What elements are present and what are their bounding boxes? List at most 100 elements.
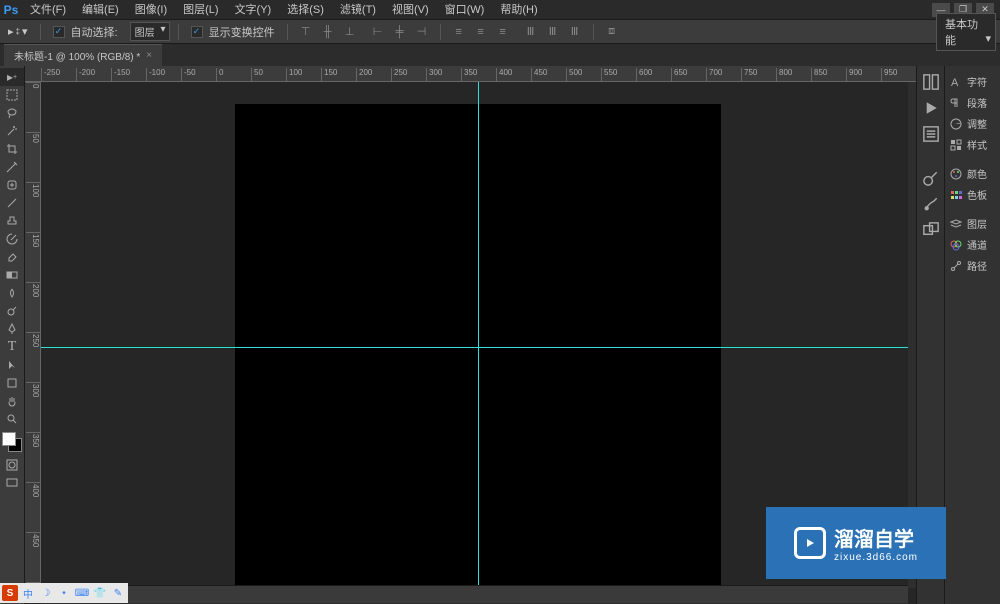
separator bbox=[287, 24, 288, 40]
menu-help[interactable]: 帮助(H) bbox=[492, 0, 545, 20]
ruler-tick: 200 bbox=[356, 68, 372, 82]
taskbar-sogou-icon[interactable]: S bbox=[2, 585, 18, 601]
distribute-hcenter-icon[interactable]: Ⅲ bbox=[543, 23, 563, 41]
ruler-tick: 400 bbox=[26, 482, 40, 497]
ruler-horizontal[interactable]: -250-200-150-100-50050100150200250300350… bbox=[25, 66, 916, 82]
taskbar-person-icon[interactable]: • bbox=[56, 585, 72, 601]
align-vcenter-icon[interactable]: ╫ bbox=[318, 23, 338, 41]
auto-select-option[interactable]: ✓ 自动选择: bbox=[49, 24, 122, 40]
ruler-tick: -100 bbox=[146, 68, 165, 82]
watermark-title: 溜溜自学 bbox=[834, 523, 918, 552]
ruler-tick: -50 bbox=[181, 68, 196, 82]
distribute-top-icon[interactable]: ≡ bbox=[449, 23, 469, 41]
panel-paths[interactable]: 路径 bbox=[945, 256, 1000, 275]
blur-tool[interactable] bbox=[0, 284, 24, 302]
menu-layer[interactable]: 图层(L) bbox=[175, 0, 226, 20]
clone-panel-icon[interactable] bbox=[921, 220, 941, 240]
taskbar-tool-icon[interactable]: ✎ bbox=[110, 585, 126, 601]
properties-panel-icon[interactable] bbox=[921, 124, 941, 144]
distribute-vcenter-icon[interactable]: ≡ bbox=[471, 23, 491, 41]
taskbar-keyboard-icon[interactable]: ⌨ bbox=[74, 585, 90, 601]
eraser-tool[interactable] bbox=[0, 248, 24, 266]
brushpreset-panel-icon[interactable] bbox=[921, 194, 941, 214]
hand-tool[interactable] bbox=[0, 392, 24, 410]
workspace-switcher[interactable]: 基本功能 bbox=[936, 13, 996, 51]
menu-filter[interactable]: 滤镜(T) bbox=[332, 0, 384, 20]
tab-close-icon[interactable]: × bbox=[146, 50, 152, 61]
crop-tool[interactable] bbox=[0, 140, 24, 158]
current-tool-icon[interactable]: ▸‡ ▾ bbox=[4, 25, 32, 38]
menu-window[interactable]: 窗口(W) bbox=[437, 0, 493, 20]
foreground-color-swatch[interactable] bbox=[2, 432, 16, 446]
menu-image[interactable]: 图像(I) bbox=[127, 0, 175, 20]
panel-swatches[interactable]: 色板 bbox=[945, 185, 1000, 204]
type-tool[interactable]: T bbox=[0, 338, 24, 356]
taskbar-moon-icon[interactable]: ☽ bbox=[38, 585, 54, 601]
watermark-url: zixue.3d66.com bbox=[834, 552, 918, 563]
panel-channels[interactable]: 通道 bbox=[945, 235, 1000, 254]
taskbar-skin-icon[interactable]: 👕 bbox=[92, 585, 108, 601]
distribute-bottom-icon[interactable]: ≡ bbox=[493, 23, 513, 41]
align-top-icon[interactable]: ⊤ bbox=[296, 23, 316, 41]
panel-layers[interactable]: 图层 bbox=[945, 214, 1000, 233]
panel-paragraph[interactable]: 段落 bbox=[945, 93, 1000, 112]
toolbox: ▸+ T bbox=[0, 66, 25, 604]
ruler-tick: 100 bbox=[26, 182, 40, 197]
wand-tool[interactable] bbox=[0, 122, 24, 140]
lasso-tool[interactable] bbox=[0, 104, 24, 122]
panel-adjustments[interactable]: 调整 bbox=[945, 114, 1000, 133]
guide-vertical[interactable] bbox=[478, 82, 479, 588]
taskbar-ime-icon[interactable]: 中 bbox=[20, 585, 36, 601]
align-right-icon[interactable]: ⊣ bbox=[412, 23, 432, 41]
quickmask-tool[interactable] bbox=[0, 456, 24, 474]
zoom-tool[interactable] bbox=[0, 410, 24, 428]
svg-text:A: A bbox=[951, 77, 959, 89]
color-swatches[interactable] bbox=[0, 432, 24, 456]
ruler-tick: 750 bbox=[741, 68, 757, 82]
show-transform-checkbox[interactable]: ✓ bbox=[191, 26, 203, 38]
auto-select-checkbox[interactable]: ✓ bbox=[53, 26, 65, 38]
distribute-left-icon[interactable]: Ⅲ bbox=[521, 23, 541, 41]
menu-view[interactable]: 视图(V) bbox=[384, 0, 437, 20]
eyedropper-tool[interactable] bbox=[0, 158, 24, 176]
panel-styles[interactable]: 样式 bbox=[945, 135, 1000, 154]
play-panel-icon[interactable] bbox=[921, 98, 941, 118]
path-select-tool[interactable] bbox=[0, 356, 24, 374]
ruler-tick: 450 bbox=[26, 532, 40, 547]
align-group-2: ⊢ ╪ ⊣ bbox=[368, 23, 432, 41]
align-left-icon[interactable]: ⊢ bbox=[368, 23, 388, 41]
auto-select-target[interactable]: 图层 bbox=[130, 22, 170, 41]
screenmode-tool[interactable] bbox=[0, 474, 24, 492]
shape-tool[interactable] bbox=[0, 374, 24, 392]
menu-edit[interactable]: 编辑(E) bbox=[74, 0, 127, 20]
panel-character[interactable]: A字符 bbox=[945, 72, 1000, 91]
align-bottom-icon[interactable]: ⊥ bbox=[340, 23, 360, 41]
menu-select[interactable]: 选择(S) bbox=[279, 0, 332, 20]
brush-tool[interactable] bbox=[0, 194, 24, 212]
menu-type[interactable]: 文字(Y) bbox=[227, 0, 280, 20]
dodge-tool[interactable] bbox=[0, 302, 24, 320]
healing-tool[interactable] bbox=[0, 176, 24, 194]
move-tool[interactable]: ▸+ bbox=[0, 68, 24, 86]
ruler-tick: 850 bbox=[811, 68, 827, 82]
marquee-tool[interactable] bbox=[0, 86, 24, 104]
3d-mode-icon[interactable]: ⧈ bbox=[602, 23, 622, 41]
gradient-tool[interactable] bbox=[0, 266, 24, 284]
ruler-tick: 900 bbox=[846, 68, 862, 82]
distribute-right-icon[interactable]: Ⅲ bbox=[565, 23, 585, 41]
menu-file[interactable]: 文件(F) bbox=[22, 0, 74, 20]
ruler-tick: 50 bbox=[251, 68, 263, 82]
align-hcenter-icon[interactable]: ╪ bbox=[390, 23, 410, 41]
ruler-vertical[interactable]: 050100150200250300350400450500 bbox=[25, 82, 41, 588]
history-panel-icon[interactable] bbox=[921, 72, 941, 92]
document-tab[interactable]: 未标题-1 @ 100% (RGB/8) * × bbox=[4, 44, 162, 66]
ruler-tick: 0 bbox=[26, 82, 40, 88]
history-brush-tool[interactable] bbox=[0, 230, 24, 248]
panel-color[interactable]: 颜色 bbox=[945, 164, 1000, 183]
stamp-tool[interactable] bbox=[0, 212, 24, 230]
ruler-tick: 550 bbox=[601, 68, 617, 82]
guide-horizontal[interactable] bbox=[41, 347, 908, 348]
brush-panel-icon[interactable] bbox=[921, 168, 941, 188]
pen-tool[interactable] bbox=[0, 320, 24, 338]
show-transform-option[interactable]: ✓ 显示变换控件 bbox=[187, 24, 279, 40]
